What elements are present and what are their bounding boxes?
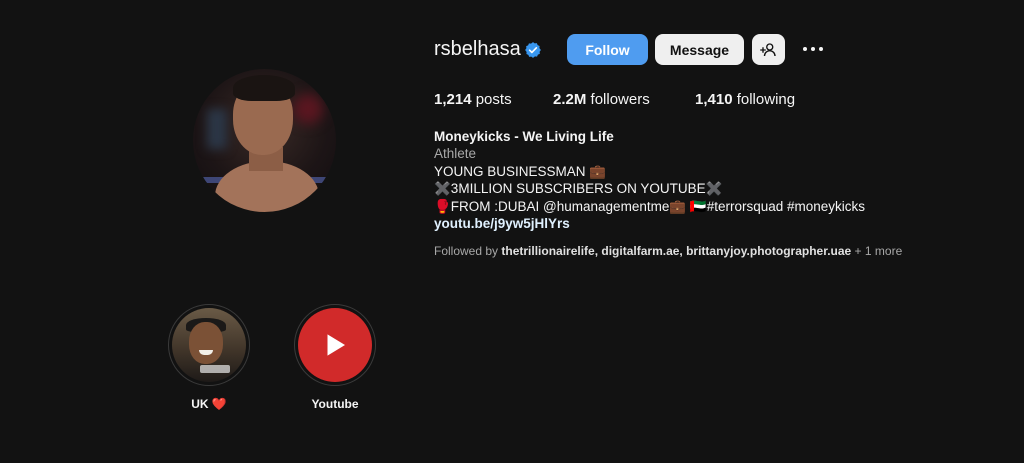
profile-bio: Moneykicks - We Living Life Athlete YOUN… bbox=[434, 128, 865, 232]
highlight-uk-cover bbox=[172, 308, 246, 382]
following-stat[interactable]: 1,410 following bbox=[695, 91, 795, 108]
posts-count: 1,214 bbox=[434, 91, 472, 108]
avatar-bg-light bbox=[293, 94, 323, 124]
person-plus-icon bbox=[759, 42, 776, 56]
highlight-cover-face bbox=[189, 322, 223, 364]
following-label: following bbox=[736, 91, 796, 108]
bio-line: YOUNG BUSINESSMAN 💼 bbox=[434, 163, 607, 179]
followers-label: followers bbox=[590, 91, 650, 108]
profile-username: rsbelhasa bbox=[434, 38, 521, 60]
follow-button[interactable]: Follow bbox=[567, 34, 648, 65]
bio-link[interactable]: youtu.be/j9yw5jHlYrs bbox=[434, 215, 865, 232]
highlight-youtube[interactable] bbox=[294, 304, 376, 386]
followers-count: 2.2M bbox=[553, 91, 587, 108]
followed-by-prefix: Followed by bbox=[434, 244, 502, 258]
bio-line: 🥊FROM :DUBAI @humanagementme💼 🇦🇪#terrors… bbox=[434, 198, 866, 214]
bio-category: Athlete bbox=[434, 146, 477, 162]
highlight-youtube-cover bbox=[298, 308, 372, 382]
followed-by[interactable]: Followed by thetrillionairelife, digital… bbox=[434, 244, 902, 258]
message-button[interactable]: Message bbox=[655, 34, 744, 65]
followed-by-names: thetrillionairelife, digitalfarm.ae, bri… bbox=[501, 244, 852, 258]
bio-line: ✖️3MILLION SUBSCRIBERS ON YOUTUBE✖️ bbox=[434, 181, 723, 197]
highlight-uk[interactable] bbox=[168, 304, 250, 386]
profile-avatar[interactable] bbox=[193, 69, 336, 212]
highlight-label-uk: UK ❤️ bbox=[191, 397, 227, 411]
followed-by-suffix: + 1 more bbox=[851, 244, 903, 258]
avatar-bg-light bbox=[207, 109, 227, 149]
avatar-hair bbox=[233, 75, 295, 101]
bio-display-name: Moneykicks - We Living Life bbox=[434, 129, 614, 144]
verified-badge-icon bbox=[525, 42, 541, 58]
followers-stat[interactable]: 2.2M followers bbox=[553, 91, 650, 108]
play-icon bbox=[327, 334, 345, 356]
following-count: 1,410 bbox=[695, 91, 733, 108]
highlight-cover-caption bbox=[200, 365, 230, 373]
highlight-label-youtube: Youtube bbox=[311, 397, 359, 411]
more-options-icon[interactable] bbox=[801, 38, 825, 60]
posts-stat: 1,214 posts bbox=[434, 91, 512, 108]
posts-label: posts bbox=[475, 91, 512, 108]
add-user-button[interactable] bbox=[752, 34, 785, 65]
